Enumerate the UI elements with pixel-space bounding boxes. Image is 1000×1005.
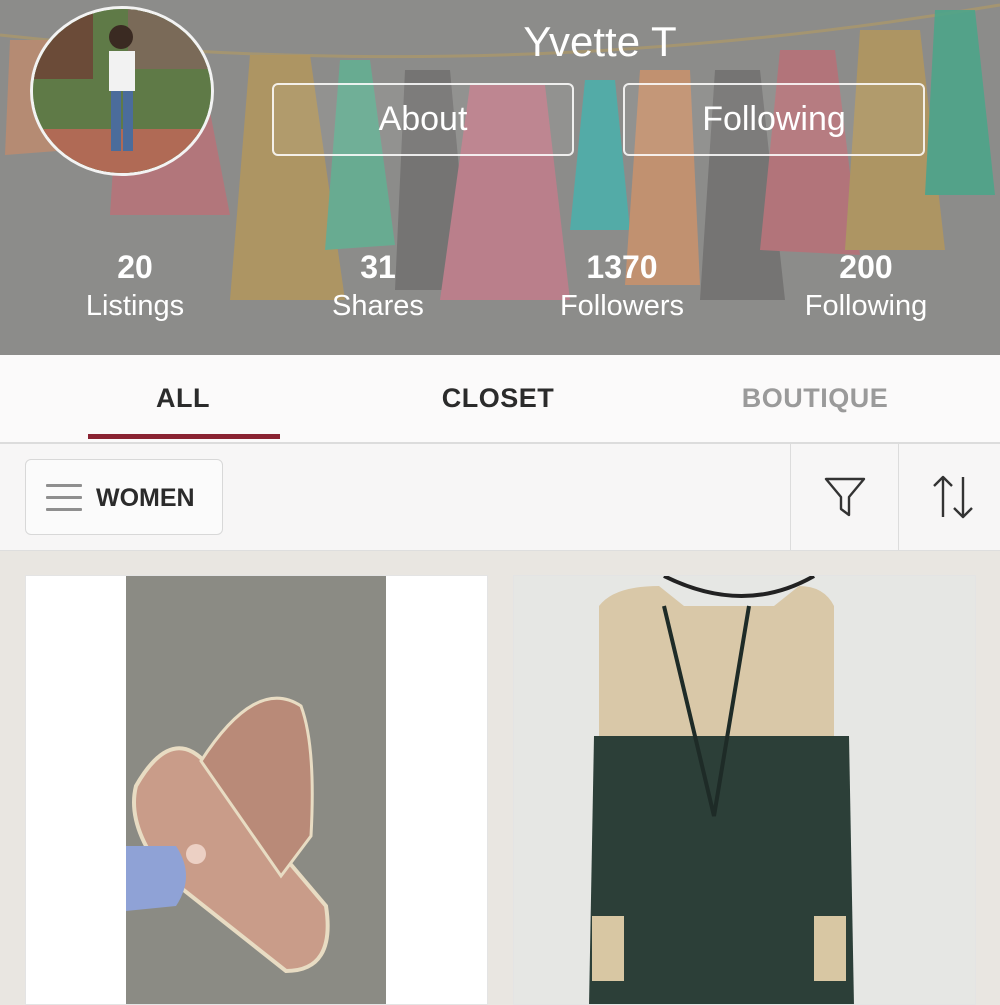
tab-all[interactable]: ALL (88, 355, 278, 442)
profile-cover: Yvette T About Following 20 Listings 31 … (0, 0, 1000, 355)
sort-button[interactable] (898, 444, 1000, 550)
stat-value: 200 (839, 249, 893, 285)
stat-label: Followers (559, 290, 685, 322)
stat-label: Following (804, 290, 928, 322)
stat-followers[interactable]: 1370 Followers (512, 248, 732, 326)
listing-image-flats (26, 576, 487, 1004)
active-tab-indicator (88, 434, 280, 439)
closet-tabs: ALL CLOSET BOUTIQUE (0, 355, 1000, 444)
listing-image-cardigan (514, 576, 975, 1004)
category-selector-button[interactable]: WOMEN (25, 459, 223, 535)
stat-value: 31 (360, 249, 396, 285)
filter-button[interactable] (790, 444, 898, 550)
stat-shares[interactable]: 31 Shares (268, 248, 488, 326)
filter-bar: WOMEN (0, 444, 1000, 551)
about-button[interactable]: About (272, 83, 574, 156)
category-label: WOMEN (96, 484, 195, 512)
stat-value: 20 (117, 249, 153, 285)
sort-arrows-icon (932, 475, 973, 519)
filter-funnel-icon (824, 477, 865, 517)
listing-card[interactable] (513, 575, 976, 1005)
stat-following[interactable]: 200 Following (756, 248, 976, 326)
profile-name: Yvette T (523, 18, 677, 65)
avatar[interactable] (30, 6, 214, 176)
following-button[interactable]: Following (623, 83, 925, 156)
hamburger-menu-icon (46, 484, 82, 512)
tab-closet[interactable]: CLOSET (400, 355, 596, 442)
stat-listings[interactable]: 20 Listings (25, 248, 245, 326)
listing-card[interactable] (25, 575, 488, 1005)
stat-value: 1370 (586, 249, 658, 285)
tab-boutique[interactable]: BOUTIQUE (715, 355, 915, 442)
stat-label: Shares (332, 290, 424, 322)
stat-label: Listings (85, 290, 185, 322)
